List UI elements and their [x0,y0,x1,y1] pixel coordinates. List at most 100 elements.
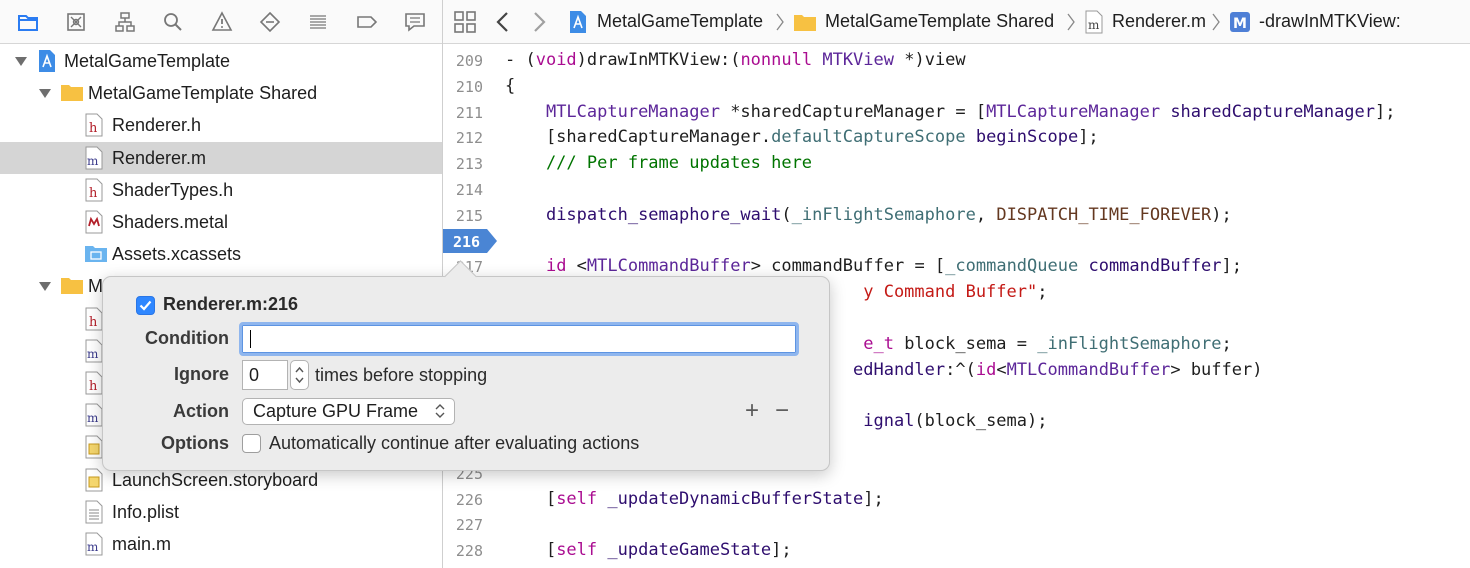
tree-item[interactable]: h ShaderTypes.h [0,174,442,206]
tree-item[interactable]: m Renderer.m [0,141,442,174]
disclosure-triangle-icon[interactable] [38,86,52,100]
code-line[interactable]: 227 [443,511,1470,537]
forward-arrow-icon[interactable] [531,0,547,43]
remove-action-button[interactable]: − [775,397,789,425]
breakpoint-title: Renderer.m:216 [163,294,299,314]
code-line[interactable]: 209 - (void)drawInMTKView:(nonnull MTKVie… [443,47,1470,73]
svg-text:h: h [89,121,98,136]
test-diamond-icon[interactable] [255,8,285,36]
code-line[interactable]: 215 dispatch_semaphore_wait(_inFlightSem… [443,202,1470,228]
tree-item-label: ShaderTypes.h [112,179,234,200]
method-icon: M [1230,11,1250,32]
add-action-button[interactable]: + [745,397,759,425]
action-select[interactable]: Capture GPU Frame [242,398,455,425]
code-line[interactable]: 210 { [443,73,1470,99]
folder-icon [60,274,83,296]
back-arrow-icon[interactable] [495,0,511,43]
line-number: 228 [455,542,483,561]
project-icon [36,49,58,72]
header-file-icon: h [84,178,106,202]
action-label: Action [173,401,229,421]
report-icon[interactable] [400,8,430,36]
chevron-right-icon [775,0,785,43]
header-file-icon: h [84,113,106,137]
tree-item-label: Shaders.metal [112,212,229,232]
disclosure-triangle-icon[interactable] [14,54,28,68]
jump-group-label: MetalGameTemplate Shared [825,11,1055,31]
symbol-hierarchy-icon[interactable] [110,8,140,36]
line-number: 211 [455,103,483,122]
objc-file-icon: m [84,532,106,556]
breakpoint-enabled-checkbox[interactable] [136,296,155,315]
debug-list-icon[interactable] [303,8,333,36]
code-text: [self _updateDynamicBufferState]; [505,488,884,509]
line-number: 213 [455,155,483,174]
ignore-count-value: 0 [249,365,260,385]
ignore-stepper[interactable] [290,360,309,390]
text-caret [250,330,251,348]
disclosure-triangle-icon[interactable] [38,279,52,293]
code-line[interactable]: 213 /// Per frame updates here [443,150,1470,176]
folder-icon [60,81,83,103]
tree-item-label: Assets.xcassets [112,244,242,265]
svg-text:h: h [89,186,98,201]
code-text: dispatch_semaphore_wait(_inFlightSemapho… [545,204,1232,225]
line-number: 214 [455,181,483,199]
jump-project[interactable]: MetalGameTemplate [567,0,763,43]
tree-item[interactable]: Info.plist [0,496,442,528]
code-text: MTLCaptureManager *sharedCaptureManager … [545,101,1396,122]
folder-icon[interactable] [13,8,43,36]
line-number: 226 [455,490,483,509]
plist-file-icon [84,500,106,524]
tree-item[interactable]: MetalGameTemplate Shared [0,77,442,109]
folder-icon [794,14,816,31]
code-line[interactable]: 214 [443,176,1470,202]
line-number: 209 [455,52,483,70]
tree-item-label: LaunchScreen.storyboard [112,469,319,490]
code-text: /// Per frame updates here [505,153,813,174]
condition-input[interactable] [239,322,799,356]
code-text: { [505,75,516,96]
code-line[interactable]: 211 MTLCaptureManager *sharedCaptureMana… [443,99,1470,125]
jump-file[interactable]: m Renderer.m [1084,0,1206,43]
tree-item[interactable]: Shaders.metal [0,206,442,238]
svg-text:m: m [87,154,99,168]
code-line[interactable]: 226 [self _updateDynamicBufferState]; [443,486,1470,512]
breakpoint-popover: Renderer.m:216 Condition Ignore 0 times … [102,260,830,471]
breakpoint-icon[interactable] [352,8,382,36]
action-select-value: Capture GPU Frame [253,401,419,421]
svg-text:m: m [87,540,99,554]
jump-symbol[interactable]: M -drawInMTKView: [1229,0,1401,43]
checkmark-icon [139,300,152,311]
code-line[interactable]: 212 [sharedCaptureManager.defaultCapture… [443,124,1470,150]
chevron-right-icon [1066,0,1076,43]
tree-item[interactable]: m main.m [0,528,442,560]
issue-warning-icon[interactable] [207,8,237,36]
svg-text:m: m [1088,18,1100,32]
condition-label: Condition [145,328,229,348]
tree-item[interactable]: Assets.xcassets [0,238,442,270]
breakpoint-marker[interactable]: 216 [443,228,497,253]
project-icon [570,10,586,33]
jump-group[interactable]: MetalGameTemplate Shared [793,0,1054,43]
jump-file-label: Renderer.m [1112,11,1207,31]
tree-item[interactable]: MetalGameTemplate [0,45,442,77]
breakpoint-line-number: 216 [453,232,481,251]
source-control-icon[interactable] [61,8,91,36]
svg-text:h: h [89,379,98,394]
tree-item-label: Info.plist [112,501,180,522]
related-items-icon[interactable] [453,0,477,43]
ignore-count-input[interactable]: 0 [242,360,288,390]
tree-item-label: M [88,276,103,297]
code-line[interactable]: 216 [443,228,1470,254]
code-line[interactable]: 228 [self _updateGameState]; [443,537,1470,563]
line-number: 227 [455,516,483,535]
auto-continue-checkbox[interactable] [242,434,261,453]
ignore-suffix-label: times before stopping [315,365,488,385]
tree-item[interactable]: h Renderer.h [0,109,442,141]
jump-bar: MetalGameTemplate MetalGameTemplate Shar… [443,0,1470,44]
line-number: 215 [455,206,483,225]
jump-project-label: MetalGameTemplate [597,11,764,31]
code-text: - (void)drawInMTKView:(nonnull MTKView *… [505,50,966,70]
find-icon[interactable] [158,8,188,36]
